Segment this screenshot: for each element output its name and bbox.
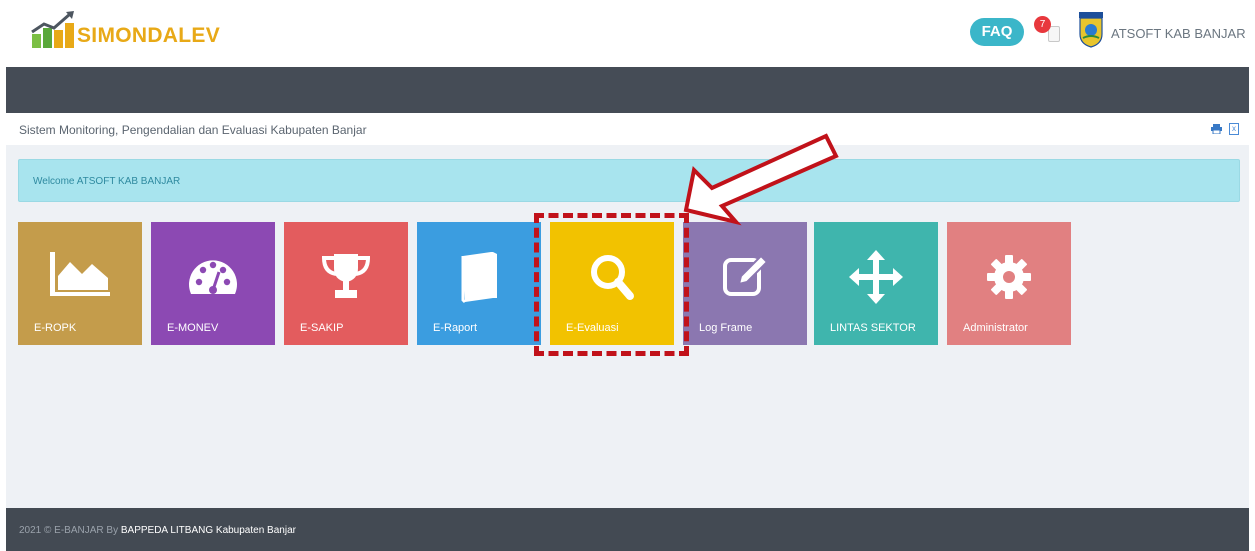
tile-log-frame[interactable]: Log Frame	[683, 222, 807, 345]
export-excel-icon[interactable]: x	[1229, 123, 1239, 135]
tile-label: Administrator	[963, 322, 1028, 334]
book-icon	[461, 252, 497, 304]
tile-label: E-SAKIP	[300, 322, 344, 334]
tile-e-evaluasi[interactable]: E-Evaluasi	[550, 222, 674, 345]
gear-icon	[987, 255, 1031, 299]
page: SIMONDALEV FAQ 7 ATSOFT KAB BANJAR Siste…	[6, 0, 1249, 551]
tile-lintas-sektor[interactable]: LINTAS SEKTOR	[814, 222, 938, 345]
search-icon	[591, 255, 634, 300]
nav-bar	[6, 67, 1249, 113]
top-header: SIMONDALEV FAQ 7 ATSOFT KAB BANJAR	[6, 0, 1249, 67]
tile-label: E-Raport	[433, 322, 478, 334]
tile-e-monev[interactable]: E-MONEV	[151, 222, 275, 345]
move-icon	[849, 250, 903, 304]
tile-label: E-Evaluasi	[566, 322, 619, 334]
faq-button[interactable]: FAQ	[970, 18, 1024, 46]
print-icon[interactable]	[1211, 124, 1222, 137]
tile-e-ropk[interactable]: E-ROPK	[18, 222, 142, 345]
tile-e-sakip[interactable]: E-SAKIP	[284, 222, 408, 345]
tile-administrator[interactable]: Administrator	[947, 222, 1071, 345]
welcome-alert: Welcome ATSOFT KAB BANJAR	[18, 159, 1240, 202]
page-subheader: Sistem Monitoring, Pengendalian dan Eval…	[6, 113, 1249, 145]
trophy-icon	[321, 254, 371, 298]
tile-label: LINTAS SEKTOR	[830, 322, 916, 334]
footer-text: 2021 © E-BANJAR By BAPPEDA LITBANG Kabup…	[19, 525, 296, 536]
tile-label: E-MONEV	[167, 322, 219, 334]
logo-icon[interactable]	[30, 10, 76, 48]
footer-copyright: 2021 © E-BANJAR By	[19, 525, 121, 536]
edit-icon	[723, 254, 769, 296]
tile-label: Log Frame	[699, 322, 753, 334]
tile-e-raport[interactable]: E-Raport	[417, 222, 541, 345]
notification-badge[interactable]: 7	[1034, 16, 1051, 33]
regency-emblem-icon	[1079, 12, 1103, 48]
tile-label: E-ROPK	[34, 322, 77, 334]
brand-name[interactable]: SIMONDALEV	[77, 24, 220, 48]
footer: 2021 © E-BANJAR By BAPPEDA LITBANG Kabup…	[6, 508, 1249, 551]
area-chart-icon	[50, 252, 110, 296]
dashboard-icon	[189, 260, 237, 294]
welcome-text: Welcome ATSOFT KAB BANJAR	[33, 176, 181, 187]
page-title: Sistem Monitoring, Pengendalian dan Eval…	[19, 123, 367, 137]
footer-link[interactable]: BAPPEDA LITBANG Kabupaten Banjar	[121, 525, 296, 536]
user-name[interactable]: ATSOFT KAB BANJAR	[1111, 26, 1246, 41]
